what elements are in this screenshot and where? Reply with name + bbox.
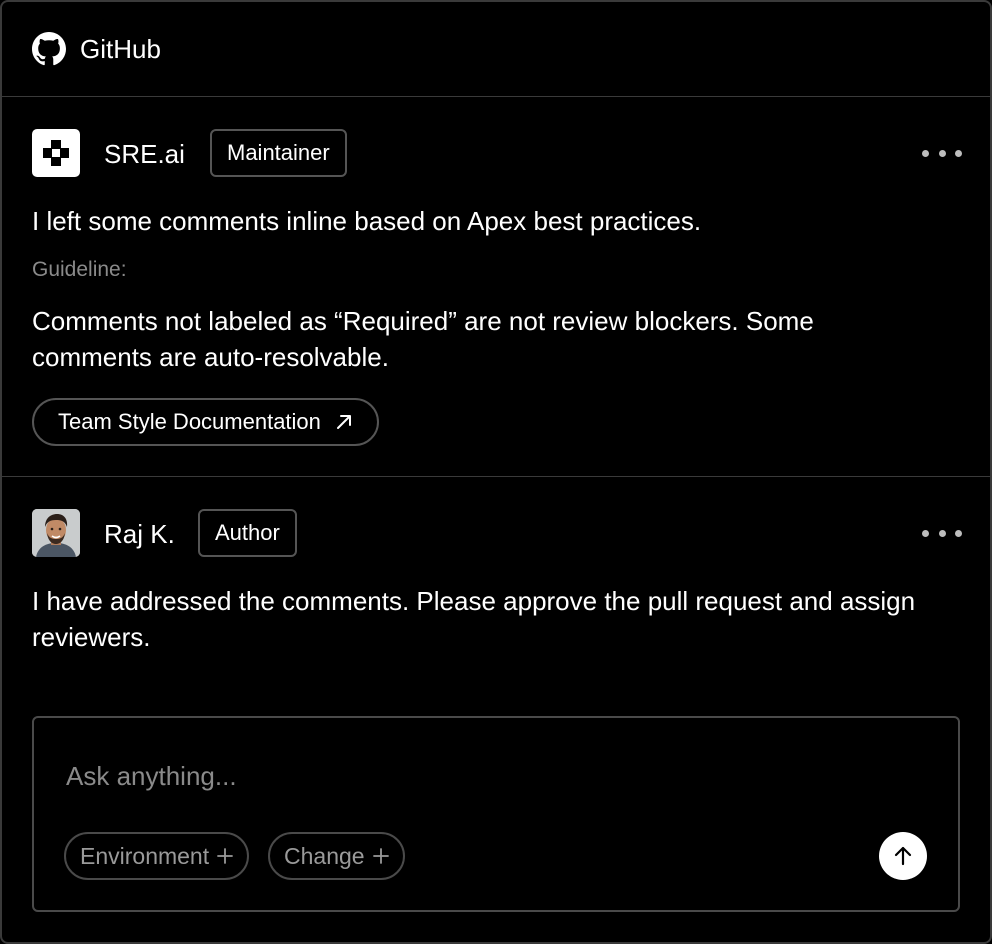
team-style-documentation-link[interactable]: Team Style Documentation xyxy=(32,398,379,446)
change-chip[interactable]: Change xyxy=(268,832,405,880)
chip-label: Environment xyxy=(80,843,210,869)
role-badge: Author xyxy=(198,509,297,557)
github-icon xyxy=(32,32,66,66)
ask-input[interactable] xyxy=(64,758,764,794)
comment-message: I left some comments inline based on Ape… xyxy=(32,206,702,236)
link-label: Team Style Documentation xyxy=(58,409,321,434)
send-button[interactable] xyxy=(879,832,927,880)
external-link-arrow-icon xyxy=(336,415,351,429)
panel-header: GitHub xyxy=(2,2,990,97)
environment-chip[interactable]: Environment xyxy=(64,832,250,880)
composer: Environment Change xyxy=(32,716,960,912)
header-title: GitHub xyxy=(80,34,161,64)
guideline-text: Comments not labeled as “Required” are n… xyxy=(32,306,814,372)
chip-label: Change xyxy=(284,843,365,869)
comment-raj: Raj K. Author I have addressed the comme… xyxy=(2,477,990,697)
author-name[interactable]: Raj K. xyxy=(104,519,175,549)
plus-icon xyxy=(217,848,234,864)
comment-sre: SRE.ai Maintainer I left some comments i… xyxy=(2,97,990,477)
sre-logo-icon xyxy=(32,129,80,177)
guideline-label: Guideline: xyxy=(32,258,127,281)
arrow-up-icon xyxy=(894,846,912,866)
role-badge: Maintainer xyxy=(210,129,347,177)
more-horizontal-icon[interactable] xyxy=(922,143,962,163)
user-avatar xyxy=(32,509,80,557)
plus-icon xyxy=(372,848,389,864)
github-comment-panel: GitHub SRE.ai Maintainer I left some com… xyxy=(0,0,992,944)
more-horizontal-icon[interactable] xyxy=(922,523,962,543)
author-name[interactable]: SRE.ai xyxy=(104,139,185,169)
comment-message: I have addressed the comments. Please ap… xyxy=(32,586,916,652)
